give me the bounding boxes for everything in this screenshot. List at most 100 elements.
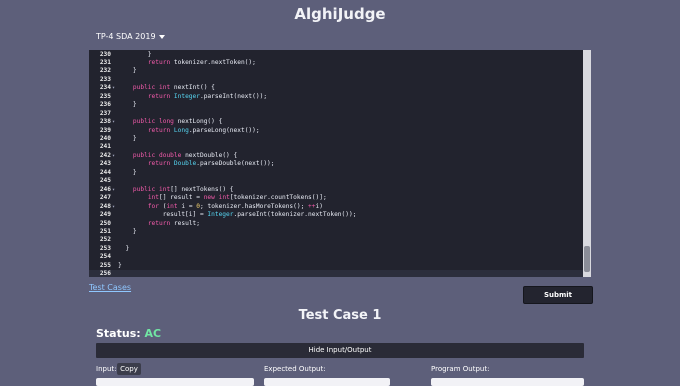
code-line[interactable]: 233 bbox=[89, 76, 583, 84]
line-number: 246 bbox=[99, 185, 111, 193]
editor-scrollbar[interactable] bbox=[583, 50, 591, 277]
code-text: public int[] nextTokens() { bbox=[132, 185, 234, 193]
line-number: 232 bbox=[99, 67, 111, 75]
line-number: 245 bbox=[99, 177, 111, 185]
code-line[interactable]: 238 ▾ public long nextLong() { bbox=[89, 118, 583, 126]
code-text: } bbox=[118, 227, 137, 235]
code-text: return result; bbox=[147, 219, 200, 227]
code-line[interactable]: 248 ▾ for (int i = 0; tokenizer.hasMoreTo… bbox=[89, 203, 583, 211]
fold-toggle-icon[interactable]: ▾ bbox=[112, 203, 115, 211]
code-line[interactable]: 242 ▾ public double nextDouble() { bbox=[89, 152, 583, 160]
code-line[interactable]: 256 bbox=[89, 270, 583, 277]
line-number: 233 bbox=[99, 75, 111, 83]
code-text: } bbox=[118, 168, 137, 176]
line-number: 231 bbox=[99, 58, 111, 66]
expected-output-label: Expected Output: bbox=[264, 365, 326, 373]
code-line[interactable]: 243 return Double.parseDouble(next()); bbox=[89, 160, 583, 168]
code-line[interactable]: 255} bbox=[89, 262, 583, 270]
fold-toggle-icon[interactable]: ▾ bbox=[112, 152, 115, 160]
code-text: result[i] = Integer.parseInt(tokenizer.n… bbox=[118, 211, 357, 219]
expected-output-box bbox=[264, 378, 390, 386]
input-box[interactable] bbox=[96, 378, 254, 386]
code-line[interactable]: 246 ▾ public int[] nextTokens() { bbox=[89, 186, 583, 194]
test-case-heading: Test Case 1 bbox=[298, 308, 382, 323]
contest-dropdown[interactable]: TP-4 SDA 2019 bbox=[96, 32, 165, 41]
line-number: 255 bbox=[99, 261, 111, 269]
app-title: AlghiJudge bbox=[294, 5, 386, 23]
code-line[interactable]: 241 bbox=[89, 143, 583, 151]
code-line[interactable]: 232 } bbox=[89, 67, 583, 75]
line-number: 238 bbox=[99, 118, 111, 126]
submit-button[interactable]: Submit bbox=[523, 286, 593, 304]
line-number: 251 bbox=[99, 227, 111, 235]
line-number: 240 bbox=[99, 135, 111, 142]
line-number: 242 bbox=[99, 151, 111, 159]
code-text: } bbox=[118, 261, 122, 269]
code-text: public int nextInt() { bbox=[132, 84, 215, 92]
code-line[interactable]: 247 int[] result = new int[tokenizer.cou… bbox=[89, 194, 583, 202]
line-number: 235 bbox=[99, 92, 111, 100]
code-text: } bbox=[118, 244, 130, 252]
line-number: 252 bbox=[99, 236, 111, 244]
line-number: 253 bbox=[99, 244, 111, 252]
line-number: 248 bbox=[99, 202, 111, 210]
code-text: } bbox=[118, 50, 152, 58]
status-badge: AC bbox=[144, 327, 162, 340]
code-line[interactable]: 236 } bbox=[89, 101, 583, 109]
line-number: 250 bbox=[99, 219, 111, 227]
code-line[interactable]: 250 return result; bbox=[89, 220, 583, 228]
code-text: return tokenizer.nextToken(); bbox=[147, 58, 256, 66]
line-number: 249 bbox=[99, 211, 111, 219]
editor-scroll-thumb[interactable] bbox=[584, 246, 590, 272]
line-number: 254 bbox=[99, 253, 111, 261]
test-cases-link[interactable]: Test Cases bbox=[89, 283, 131, 292]
line-number: 241 bbox=[99, 143, 111, 151]
caret-down-icon bbox=[158, 34, 165, 39]
line-number: 244 bbox=[99, 168, 111, 176]
code-text: public double nextDouble() { bbox=[132, 151, 238, 159]
code-line[interactable]: 237 bbox=[89, 110, 583, 118]
contest-selected: TP-4 SDA 2019 bbox=[96, 32, 156, 41]
status-label: Status: bbox=[96, 327, 141, 340]
code-text: } bbox=[118, 135, 137, 142]
code-line[interactable]: 234 ▾ public int nextInt() { bbox=[89, 84, 583, 92]
code-line[interactable]: 252 bbox=[89, 236, 583, 244]
fold-toggle-icon[interactable]: ▾ bbox=[112, 118, 115, 126]
code-line[interactable]: 230 } bbox=[89, 51, 583, 59]
program-output-box bbox=[431, 378, 584, 386]
program-output-label: Program Output: bbox=[431, 365, 490, 373]
code-line[interactable]: 239 return Long.parseLong(next()); bbox=[89, 127, 583, 135]
code-line[interactable]: 235 return Integer.parseInt(next()); bbox=[89, 93, 583, 101]
code-text: return Long.parseLong(next()); bbox=[147, 126, 260, 134]
code-line[interactable]: 244 } bbox=[89, 169, 583, 177]
code-text: } bbox=[118, 101, 137, 109]
code-text: int[] result = new int[tokenizer.countTo… bbox=[147, 194, 327, 202]
code-line[interactable]: 245 bbox=[89, 177, 583, 185]
code-text: for (int i = 0; tokenizer.hasMoreTokens(… bbox=[147, 202, 323, 210]
input-label: Input: bbox=[96, 365, 117, 373]
line-number: 237 bbox=[99, 109, 111, 117]
line-number: 230 bbox=[99, 50, 111, 58]
line-number: 243 bbox=[99, 160, 111, 168]
code-text: } bbox=[118, 67, 137, 75]
code-text: return Double.parseDouble(next()); bbox=[147, 160, 275, 168]
code-line[interactable]: 240 } bbox=[89, 135, 583, 143]
hide-io-button[interactable]: Hide Input/Output bbox=[96, 343, 584, 358]
line-number: 247 bbox=[99, 194, 111, 202]
line-number: 239 bbox=[99, 126, 111, 134]
code-line[interactable]: 249 result[i] = Integer.parseInt(tokeniz… bbox=[89, 211, 583, 219]
line-number: 234 bbox=[99, 84, 111, 92]
line-number: 256 bbox=[99, 270, 111, 277]
line-number: 236 bbox=[99, 101, 111, 109]
copy-button[interactable]: Copy bbox=[117, 363, 141, 375]
code-line[interactable]: 251 } bbox=[89, 228, 583, 236]
code-text: return Integer.parseInt(next()); bbox=[147, 92, 268, 100]
code-line[interactable]: 254 bbox=[89, 253, 583, 261]
status-line: Status: AC bbox=[96, 327, 161, 340]
fold-toggle-icon[interactable]: ▾ bbox=[112, 84, 115, 92]
code-line[interactable]: 231 return tokenizer.nextToken(); bbox=[89, 59, 583, 67]
code-line[interactable]: 253 } bbox=[89, 245, 583, 253]
fold-toggle-icon[interactable]: ▾ bbox=[112, 186, 115, 194]
code-editor[interactable]: 230 } 231 return tokenizer.nextToken(); 23… bbox=[89, 50, 591, 277]
code-text: public long nextLong() { bbox=[132, 118, 223, 126]
